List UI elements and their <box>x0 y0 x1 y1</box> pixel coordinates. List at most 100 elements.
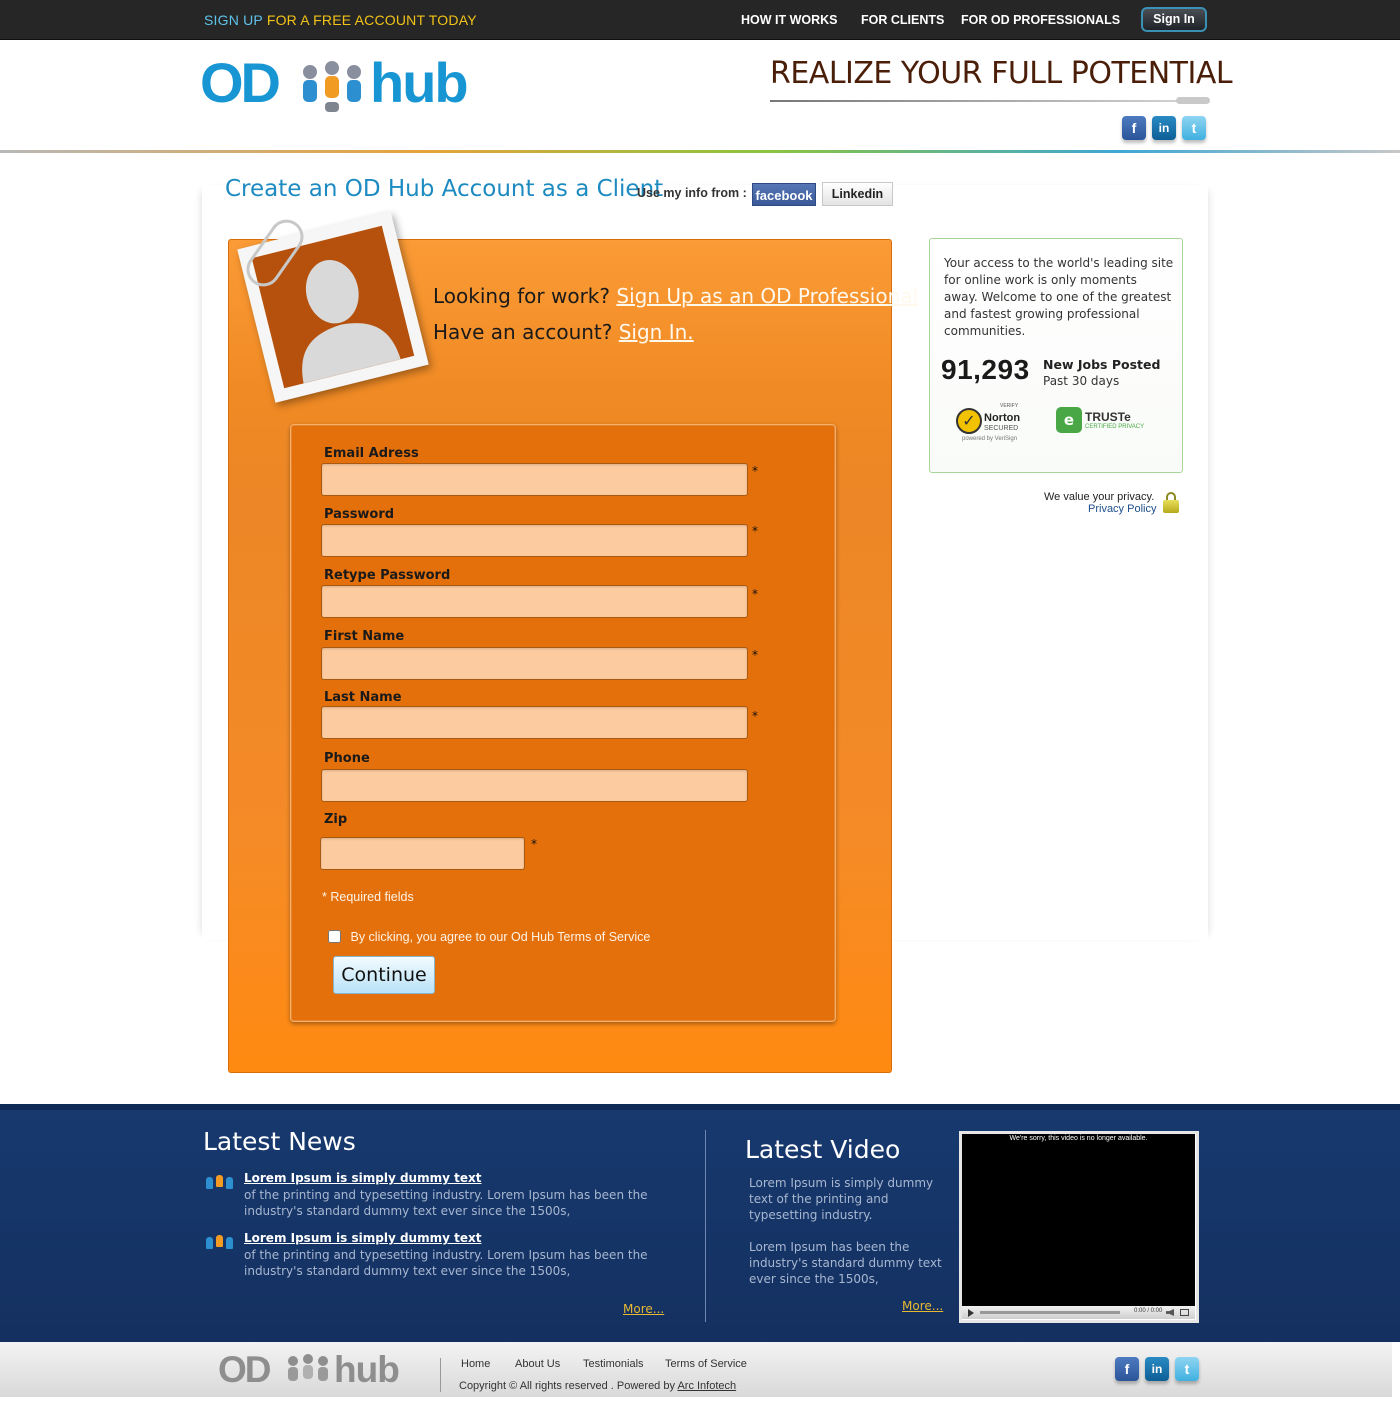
norton-secured-badge[interactable]: VERIFY ✓ Norton SECURED powered by VeriS… <box>956 403 1028 444</box>
video-seek-bar[interactable] <box>980 1311 1120 1314</box>
privacy-policy-link[interactable]: Privacy Policy <box>1088 503 1156 515</box>
have-account-line: Have an account? Sign In. <box>433 320 694 344</box>
video-more-link[interactable]: More... <box>902 1299 943 1313</box>
jobs-label: New Jobs Posted <box>1043 357 1161 372</box>
zip-field[interactable] <box>320 837 525 870</box>
facebook-connect-button[interactable]: facebook <box>752 183 816 206</box>
nav-how-it-works[interactable]: HOW IT WORKS <box>741 13 838 27</box>
play-icon[interactable] <box>968 1309 974 1317</box>
tagline: REALIZE YOUR FULL POTENTIAL <box>770 56 1233 91</box>
video-time: 0:00 / 0:00 <box>1134 1308 1163 1314</box>
last-name-required-marker: * <box>752 709 758 723</box>
news-people-icon <box>205 1173 235 1191</box>
privacy-statement: We value your privacy. <box>1044 491 1155 503</box>
page-title: Create an OD Hub Account as a Client <box>225 176 664 202</box>
footer-facebook-icon[interactable]: f <box>1115 1357 1139 1381</box>
volume-icon[interactable] <box>1166 1309 1174 1316</box>
footer-logo[interactable]: OD hub <box>218 1349 400 1393</box>
linkedin-icon[interactable]: in <box>1152 116 1176 140</box>
latest-news-title: Latest News <box>203 1127 356 1156</box>
copyright-notice: Copyright © All rights reserved . Powere… <box>459 1380 736 1392</box>
first-name-required-marker: * <box>752 648 758 662</box>
promo-signup-text[interactable]: SIGN UP <box>204 12 263 28</box>
truste-logo-icon: e <box>1056 407 1082 433</box>
norton-verify-text: VERIFY <box>1000 403 1019 409</box>
footer-link-terms[interactable]: Terms of Service <box>665 1358 747 1370</box>
password-required-marker: * <box>752 524 758 538</box>
terms-label[interactable]: By clicking, you agree to our Od Hub Ter… <box>350 930 650 944</box>
signup-professional-link[interactable]: Sign Up as an OD Professional <box>616 284 918 308</box>
truste-subtitle: CERTIFIED PRIVACY <box>1085 424 1145 430</box>
video-description-2: Lorem Ipsum has been the industry's stan… <box>749 1240 942 1286</box>
footer-link-testimonials[interactable]: Testimonials <box>583 1358 644 1370</box>
retype-password-label: Retype Password <box>324 568 451 583</box>
email-label: Email Adress <box>324 446 419 461</box>
retype-password-field[interactable] <box>321 585 748 618</box>
terms-checkbox[interactable] <box>328 930 341 943</box>
info-intro-text: Your access to the world's leading site … <box>944 256 1174 338</box>
email-required-marker: * <box>752 464 758 478</box>
facebook-icon[interactable]: f <box>1122 116 1146 140</box>
news-item-title[interactable]: Lorem Ipsum is simply dummy text <box>244 1171 481 1185</box>
password-field[interactable] <box>321 524 748 557</box>
copyright-text: Copyright © All rights reserved . Powere… <box>459 1380 675 1392</box>
zip-label: Zip <box>324 812 348 827</box>
have-account-text: Have an account? <box>433 320 613 344</box>
nav-for-od-professionals[interactable]: FOR OD PROFESSIONALS <box>961 13 1120 27</box>
news-more-link[interactable]: More... <box>623 1302 664 1316</box>
header-divider <box>0 150 1400 153</box>
od-hub-logo[interactable]: OD hub <box>200 50 500 132</box>
latest-video-title: Latest Video <box>745 1135 901 1164</box>
nav-for-clients[interactable]: FOR CLIENTS <box>861 13 944 27</box>
phone-field[interactable] <box>321 769 748 802</box>
email-field[interactable] <box>321 463 748 496</box>
password-label: Password <box>324 507 395 522</box>
footer-linkedin-icon[interactable]: in <box>1145 1357 1169 1381</box>
jobs-count: 91,293 <box>941 354 1030 385</box>
required-fields-note: * Required fields <box>322 890 414 904</box>
norton-title: Norton <box>984 412 1021 424</box>
arc-infotech-link[interactable]: Arc Infotech <box>677 1380 736 1392</box>
news-item-body: of the printing and typesetting industry… <box>244 1248 648 1278</box>
footer-logo-od-text: OD <box>218 1349 271 1390</box>
jobs-period: Past 30 days <box>1043 374 1120 388</box>
norton-secured-text: SECURED <box>984 425 1019 432</box>
lock-icon <box>1163 492 1179 513</box>
news-people-icon <box>205 1233 235 1251</box>
fullscreen-icon[interactable] <box>1180 1309 1189 1316</box>
news-item-body: of the printing and typesetting industry… <box>244 1188 648 1218</box>
truste-title: TRUSTe <box>1085 410 1131 424</box>
sign-in-link[interactable]: Sign In. <box>619 320 694 344</box>
footer-link-about-us[interactable]: About Us <box>515 1358 560 1370</box>
twitter-icon[interactable]: t <box>1182 116 1206 140</box>
video-screen[interactable] <box>962 1134 1195 1306</box>
footer-twitter-icon[interactable]: t <box>1175 1357 1199 1381</box>
zip-required-marker: * <box>531 837 537 851</box>
footer-people-icon <box>288 1354 328 1381</box>
use-info-label: Use my info from : <box>637 186 747 200</box>
news-item-title[interactable]: Lorem Ipsum is simply dummy text <box>244 1231 481 1245</box>
promo-free-account-text[interactable]: FOR A FREE ACCOUNT TODAY <box>267 12 477 28</box>
top-bar: SIGN UP FOR A FREE ACCOUNT TODAY HOW IT … <box>0 0 1400 40</box>
checkmark-icon: ✓ <box>956 408 982 434</box>
news-divider <box>705 1130 706 1322</box>
first-name-field[interactable] <box>321 647 748 680</box>
video-description-1: Lorem Ipsum is simply dummy text of the … <box>749 1176 934 1222</box>
sign-in-button[interactable]: Sign In <box>1141 7 1207 32</box>
last-name-field[interactable] <box>321 706 748 739</box>
linkedin-connect-button[interactable]: Linkedin <box>822 182 893 206</box>
retype-password-required-marker: * <box>752 587 758 601</box>
truste-badge[interactable]: e TRUSTe CERTIFIED PRIVACY <box>1056 407 1150 437</box>
terms-agreement[interactable]: By clicking, you agree to our Od Hub Ter… <box>328 930 650 944</box>
phone-label: Phone <box>324 751 370 766</box>
looking-for-work-text: Looking for work? <box>433 284 611 308</box>
tagline-decoration <box>1176 97 1210 104</box>
norton-powered-text: powered by VeriSign <box>962 436 1018 442</box>
signup-promo[interactable]: SIGN UP FOR A FREE ACCOUNT TODAY <box>204 12 477 28</box>
continue-button[interactable]: Continue <box>333 956 435 994</box>
logo-hub-text: hub <box>370 51 469 114</box>
footer-logo-hub-text: hub <box>334 1349 400 1390</box>
video-unavailable-message: We're sorry, this video is no longer ava… <box>1009 1135 1148 1142</box>
video-controls: 0:00 / 0:00 <box>962 1306 1195 1319</box>
footer-link-home[interactable]: Home <box>461 1358 490 1370</box>
